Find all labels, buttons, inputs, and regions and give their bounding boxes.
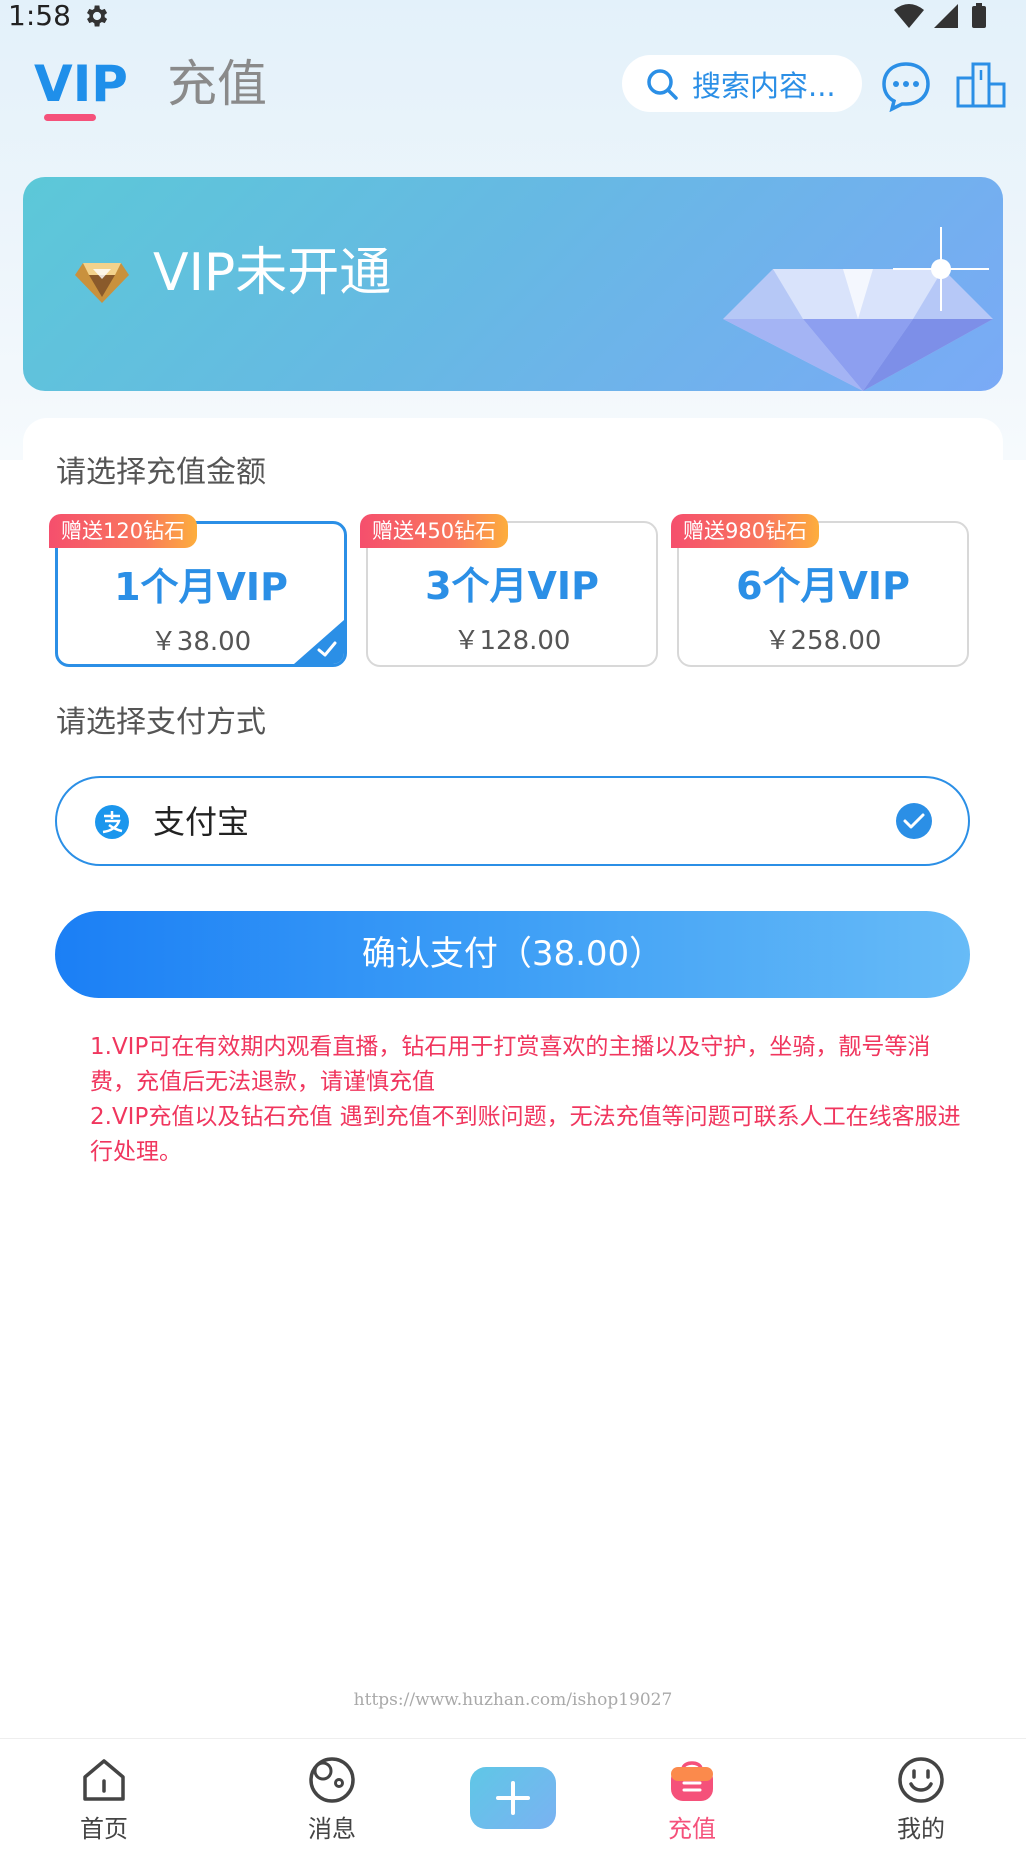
recharge-notes: 1.VIP可在有效期内观看直播，钻石用于打赏喜欢的主播以及守护，坐骑，靓号等消费… bbox=[90, 1030, 970, 1170]
tab-vip[interactable]: VIP bbox=[34, 52, 128, 116]
payment-method-label: 支付宝 bbox=[153, 803, 250, 841]
check-circle-icon bbox=[896, 803, 932, 839]
plus-icon bbox=[496, 1781, 530, 1815]
plan-price: ￥258.00 bbox=[764, 626, 882, 656]
nav-label: 充值 bbox=[668, 1815, 716, 1843]
note-line: 1.VIP可在有效期内观看直播，钻石用于打赏喜欢的主播以及守护，坐骑，靓号等消费… bbox=[90, 1034, 931, 1095]
checkmark-icon bbox=[317, 641, 337, 657]
search-bar[interactable]: 搜索内容... bbox=[622, 55, 862, 112]
plan-price: ￥128.00 bbox=[453, 626, 571, 656]
nav-label: 消息 bbox=[308, 1815, 356, 1843]
nav-label: 首页 bbox=[80, 1815, 128, 1843]
confirm-payment-button[interactable]: 确认支付（38.00） bbox=[55, 911, 970, 998]
signal-icon bbox=[934, 4, 958, 28]
diamond-illustration bbox=[723, 227, 993, 391]
chat-icon[interactable] bbox=[880, 60, 932, 112]
search-placeholder: 搜索内容... bbox=[692, 68, 836, 103]
ranking-icon[interactable] bbox=[956, 60, 1006, 110]
plan-name: 1个月VIP bbox=[114, 565, 288, 609]
bonus-badge: 赠送120钻石 bbox=[49, 514, 198, 548]
status-icons bbox=[894, 3, 986, 28]
watermark: https://www.huzhan.com/ishop19027 bbox=[353, 1690, 673, 1710]
amount-section-label: 请选择充值金额 bbox=[56, 455, 266, 490]
alipay-icon bbox=[95, 805, 129, 839]
vip-status-banner: VIP未开通 bbox=[23, 177, 1003, 391]
message-icon bbox=[309, 1757, 355, 1803]
vip-status-title: VIP未开通 bbox=[153, 243, 392, 303]
nav-item-recharge[interactable]: 充值 bbox=[632, 1739, 752, 1849]
smiley-icon bbox=[898, 1757, 944, 1803]
plan-name: 6个月VIP bbox=[736, 564, 910, 608]
bonus-badge: 赠送450钻石 bbox=[360, 514, 509, 548]
gem-icon bbox=[75, 263, 129, 303]
tab-recharge[interactable]: 充值 bbox=[167, 52, 267, 116]
plan-name: 3个月VIP bbox=[425, 564, 599, 608]
status-time: 1:58 bbox=[8, 0, 71, 32]
shopping-bag-icon bbox=[671, 1761, 713, 1801]
nav-item-messages[interactable]: 消息 bbox=[272, 1739, 392, 1849]
nav-item-home[interactable]: 首页 bbox=[44, 1739, 164, 1849]
nav-label: 我的 bbox=[897, 1815, 945, 1843]
payment-section-label: 请选择支付方式 bbox=[56, 705, 266, 740]
bonus-badge: 赠送980钻石 bbox=[671, 514, 820, 548]
search-icon bbox=[647, 68, 678, 100]
wifi-icon bbox=[894, 4, 924, 28]
nav-item-profile[interactable]: 我的 bbox=[861, 1739, 981, 1849]
create-button[interactable] bbox=[470, 1767, 556, 1829]
note-line: 2.VIP充值以及钻石充值 遇到充值不到账问题，无法充值等问题可联系人工在线客服… bbox=[90, 1104, 961, 1165]
battery-icon bbox=[972, 6, 986, 28]
home-icon bbox=[83, 1759, 125, 1801]
tab-active-indicator bbox=[44, 114, 96, 121]
gear-icon bbox=[87, 5, 108, 27]
